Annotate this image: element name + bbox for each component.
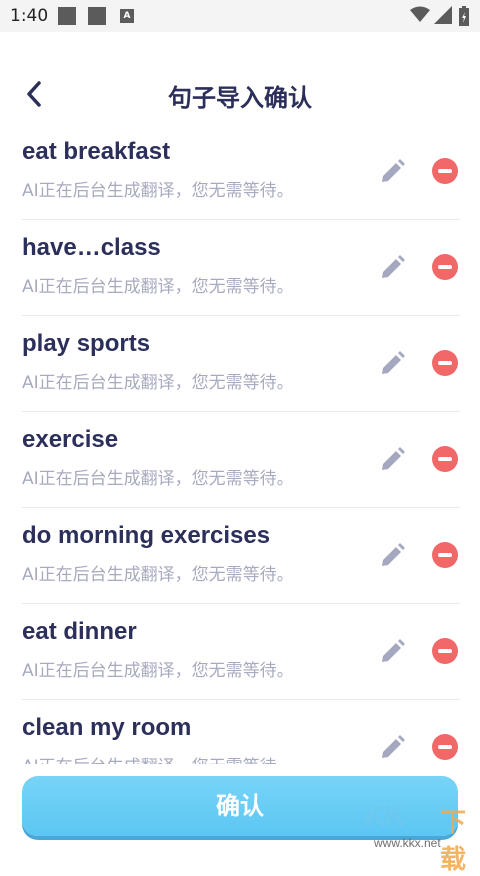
notification-a-icon: A xyxy=(120,9,134,23)
translation-status: AI正在后台生成翻译，您无需等待。 xyxy=(22,373,294,393)
pencil-icon[interactable] xyxy=(378,542,406,570)
notification-icon xyxy=(58,7,76,25)
watermark-url: www.kkx.net xyxy=(374,836,441,850)
header: 句子导入确认 xyxy=(0,64,480,124)
list-item: exercise AI正在后台生成翻译，您无需等待。 xyxy=(22,412,460,508)
pencil-icon[interactable] xyxy=(378,254,406,282)
sentence-text: have…class xyxy=(22,234,161,261)
translation-status: AI正在后台生成翻译，您无需等待。 xyxy=(22,661,294,681)
pencil-icon[interactable] xyxy=(378,350,406,378)
wifi-icon xyxy=(410,6,430,22)
delete-button[interactable] xyxy=(432,734,458,760)
sentence-text: do morning exercises xyxy=(22,522,271,549)
watermark-char: 下载 xyxy=(440,808,467,875)
sentence-text: clean my room xyxy=(22,714,192,741)
translation-status: AI正在后台生成翻译，您无需等待。 xyxy=(22,181,294,201)
delete-button[interactable] xyxy=(432,254,458,280)
list-item: eat dinner AI正在后台生成翻译，您无需等待。 xyxy=(22,604,460,700)
signal-icon xyxy=(434,6,452,24)
delete-button[interactable] xyxy=(432,638,458,664)
sentence-list[interactable]: eat breakfast AI正在后台生成翻译，您无需等待。 have…cla… xyxy=(22,124,460,764)
list-item: do morning exercises AI正在后台生成翻译，您无需等待。 xyxy=(22,508,460,604)
delete-button[interactable] xyxy=(432,350,458,376)
page-title: 句子导入确认 xyxy=(168,84,312,112)
translation-status: AI正在后台生成翻译，您无需等待。 xyxy=(22,469,294,489)
status-time: 1:40 xyxy=(10,6,49,26)
translation-status: AI正在后台生成翻译，您无需等待。 xyxy=(22,752,294,764)
status-bar: 1:40 A xyxy=(0,0,480,32)
sentence-text: play sports xyxy=(22,330,151,357)
pencil-icon[interactable] xyxy=(378,734,406,762)
list-item: have…class AI正在后台生成翻译，您无需等待。 xyxy=(22,220,460,316)
sentence-text: exercise xyxy=(22,426,119,453)
translation-status: AI正在后台生成翻译，您无需等待。 xyxy=(22,565,294,585)
watermark-kk: KK xyxy=(364,800,405,833)
sentence-text: eat breakfast xyxy=(22,138,171,165)
delete-button[interactable] xyxy=(432,446,458,472)
watermark-logo: KK 下载 www.kkx.net xyxy=(360,796,480,875)
notification-icon xyxy=(88,7,106,25)
battery-icon xyxy=(459,6,469,26)
list-item: eat breakfast AI正在后台生成翻译，您无需等待。 xyxy=(22,124,460,220)
pencil-icon[interactable] xyxy=(378,158,406,186)
list-item: play sports AI正在后台生成翻译，您无需等待。 xyxy=(22,316,460,412)
delete-button[interactable] xyxy=(432,158,458,184)
translation-status: AI正在后台生成翻译，您无需等待。 xyxy=(22,277,294,297)
delete-button[interactable] xyxy=(432,542,458,568)
pencil-icon[interactable] xyxy=(378,638,406,666)
sentence-text: eat dinner xyxy=(22,618,137,645)
list-item: clean my room AI正在后台生成翻译，您无需等待。 xyxy=(22,700,460,764)
pencil-icon[interactable] xyxy=(378,446,406,474)
